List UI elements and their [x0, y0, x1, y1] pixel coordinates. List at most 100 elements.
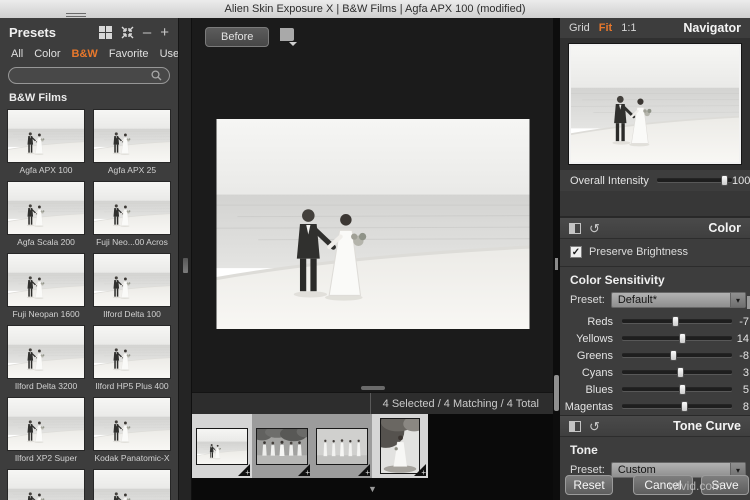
split-preview-icon[interactable]	[569, 222, 581, 234]
slider-row-yellows: Yellows 14	[576, 332, 749, 345]
add-preset-icon[interactable]: +	[160, 25, 169, 40]
slider-knob[interactable]	[721, 175, 729, 186]
split-preview-icon[interactable]	[569, 420, 581, 432]
preserve-brightness-checkbox[interactable]: ✓	[570, 246, 582, 258]
presets-panel: Presets – + All Color B&W Favorite User	[0, 18, 178, 500]
collapse-panel-icon[interactable]	[121, 26, 134, 39]
search-icon	[151, 70, 162, 81]
preset-search-input[interactable]	[8, 67, 170, 84]
collapse-filmstrip-icon[interactable]: ▼	[368, 484, 377, 494]
view-1to1-button[interactable]: 1:1	[621, 22, 636, 34]
preset-thumbnail	[7, 469, 85, 500]
canvas-vertical-scrollbar[interactable]	[554, 375, 559, 411]
preset-thumbnail	[93, 109, 171, 163]
slider-row-blues: Blues 5	[585, 383, 749, 396]
preset-card-partial[interactable]	[93, 469, 171, 500]
filmstrip-thumb-couple-beach[interactable]: +	[192, 414, 252, 478]
preset-card[interactable]: Ilford HP5 Plus 400	[93, 325, 171, 392]
slider-row-reds: Reds -7	[587, 315, 749, 328]
slider-knob[interactable]	[681, 401, 689, 412]
overall-intensity-label: Overall Intensity	[570, 174, 649, 187]
tab-all[interactable]: All	[11, 48, 23, 60]
preset-grid: Agfa APX 100 Agfa APX 25 Agfa Scala 200 …	[0, 105, 178, 500]
reset-module-icon[interactable]: ↺	[589, 222, 600, 235]
adjustments-panel: Grid Fit 1:1 Navigator Overall Intensity…	[560, 18, 750, 500]
preset-card[interactable]: Agfa APX 100	[7, 109, 85, 176]
slider-knob[interactable]	[671, 316, 679, 327]
tab-bw[interactable]: B&W	[72, 48, 98, 60]
preset-card[interactable]: Ilford Delta 3200	[7, 325, 85, 392]
divider-grip[interactable]	[183, 258, 188, 273]
image-canvas[interactable]	[192, 55, 553, 392]
view-mode-bar: Grid Fit 1:1 Navigator	[560, 18, 750, 38]
remove-preset-icon[interactable]: –	[143, 25, 151, 40]
slider-row-greens: Greens -8	[576, 349, 749, 362]
preset-card[interactable]: Agfa APX 25	[93, 109, 171, 176]
overall-intensity-slider[interactable]	[656, 175, 732, 186]
flag-icon[interactable]	[278, 27, 299, 46]
navigator-preview[interactable]	[560, 38, 750, 170]
filmstrip-thumb-bridal-party[interactable]: +	[252, 414, 312, 478]
tone-section-title: Tone	[570, 443, 598, 457]
tone-curve-module-header: ↺ Tone Curve	[560, 415, 750, 437]
preset-card[interactable]: Agfa Scala 200	[7, 181, 85, 248]
tab-color[interactable]: Color	[34, 48, 60, 60]
tab-favorite[interactable]: Favorite	[109, 48, 149, 60]
window-titlebar: Alien Skin Exposure X | B&W Films | Agfa…	[0, 0, 750, 18]
reset-button[interactable]: Reset	[565, 475, 613, 495]
filmstrip-statusbar: 4 Selected / 4 Matching / 4 Total	[192, 392, 553, 414]
preset-card[interactable]: Ilford XP2 Super	[7, 397, 85, 464]
reset-module-icon[interactable]: ↺	[589, 420, 600, 433]
slider-row-cyans: Cyans 3	[581, 366, 749, 379]
navigator-image	[568, 43, 742, 165]
preset-card[interactable]: Ilford Delta 100	[93, 253, 171, 320]
left-panel-divider[interactable]	[178, 18, 192, 500]
reds-slider[interactable]	[622, 316, 732, 327]
preset-card[interactable]: Kodak Panatomic-X	[93, 397, 171, 464]
preset-thumbnail	[93, 325, 171, 379]
cyans-slider[interactable]	[622, 367, 732, 378]
slider-row-magentas: Magentas 8	[564, 400, 749, 413]
slider-knob[interactable]	[679, 333, 687, 344]
blues-slider[interactable]	[622, 384, 732, 395]
color-sensitivity-title: Color Sensitivity	[570, 273, 665, 287]
preserve-brightness-row: ✓ Preserve Brightness	[560, 239, 750, 263]
preset-thumbnail	[7, 325, 85, 379]
magentas-slider[interactable]	[622, 401, 732, 412]
preview-toolbar: Before	[192, 18, 553, 55]
view-grid-button[interactable]: Grid	[569, 22, 590, 34]
view-fit-button[interactable]: Fit	[599, 22, 612, 34]
panel-spacer	[560, 191, 750, 217]
before-button[interactable]: Before	[205, 26, 270, 47]
navigator-title: Navigator	[683, 21, 741, 35]
color-preset-dropdown[interactable]: Default* ▾	[610, 292, 746, 308]
window-title: Alien Skin Exposure X | B&W Films | Agfa…	[224, 3, 526, 15]
presets-header: Presets – +	[0, 18, 178, 43]
color-sliders: Reds -7 Yellows 14 Greens -8 Cyans 3 Blu…	[560, 311, 750, 415]
app-window: Presets – + All Color B&W Favorite User	[0, 18, 750, 500]
panel-drag-grip[interactable]	[66, 13, 86, 17]
canvas-horizontal-scrollbar[interactable]	[360, 386, 385, 390]
divider-grip[interactable]	[555, 258, 558, 270]
tab-user[interactable]: User	[160, 48, 178, 60]
filmstrip-thumb-bride-portrait[interactable]: +	[372, 414, 428, 478]
slider-knob[interactable]	[679, 384, 687, 395]
preset-card-partial[interactable]	[7, 469, 85, 500]
preserve-brightness-label: Preserve Brightness	[589, 246, 689, 258]
grid-view-icon[interactable]	[98, 26, 112, 39]
filmstrip: + + + +	[192, 414, 553, 478]
slider-knob[interactable]	[670, 350, 678, 361]
right-panel-divider[interactable]	[553, 18, 560, 500]
preset-thumbnail	[93, 181, 171, 235]
greens-slider[interactable]	[622, 350, 732, 361]
yellows-slider[interactable]	[622, 333, 732, 344]
divider	[560, 266, 750, 267]
preset-card[interactable]: Fuji Neo...00 Acros	[93, 181, 171, 248]
filmstrip-thumb-bridesmaids[interactable]: +	[312, 414, 372, 478]
preset-card[interactable]: Fuji Neopan 1600	[7, 253, 85, 320]
chevron-down-icon: ▾	[730, 293, 745, 307]
color-panel-title: Color	[708, 221, 741, 235]
filmstrip-empty	[428, 414, 553, 478]
slider-knob[interactable]	[677, 367, 684, 378]
preset-thumbnail	[7, 253, 85, 307]
